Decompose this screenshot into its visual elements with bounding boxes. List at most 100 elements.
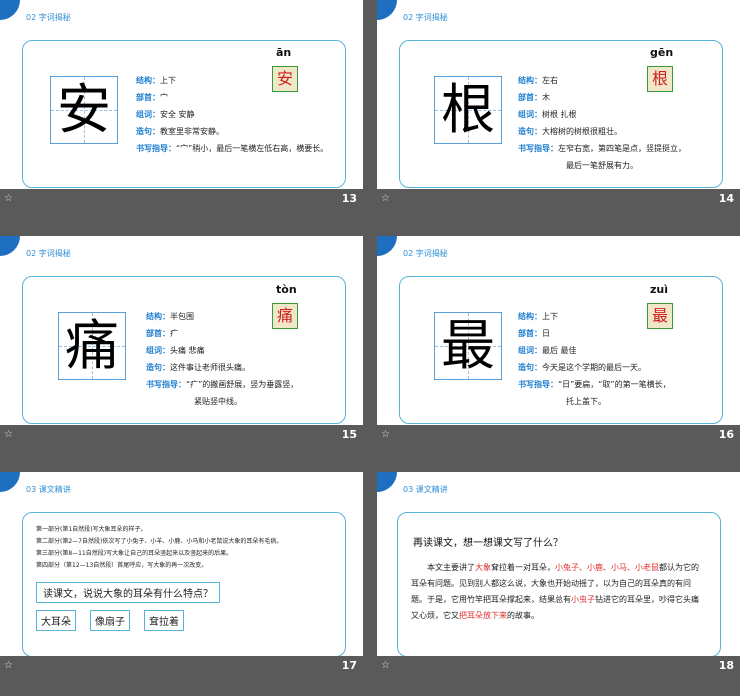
corner-decoration xyxy=(0,236,20,256)
summary-paragraph: 本文主要讲了大象耷拉着一对耳朵，小兔子、小鹿、小马、小老鼠都认为它的耳朵有问题。… xyxy=(411,560,701,624)
answer-option[interactable]: 像扇子 xyxy=(90,610,130,631)
question-text: 再读课文，想一想课文写了什么？ xyxy=(413,538,563,549)
info-value: 宀 xyxy=(160,93,168,102)
info-value: 左右 xyxy=(542,76,558,85)
info-label: 组词： xyxy=(136,110,160,119)
info-row: 部首：宀 xyxy=(136,89,328,106)
slide-13[interactable]: 02 字词揭秘 安 ān 安 结构：上下 部首：宀 组词：安全 安静 造句：教室里非常… xyxy=(0,0,363,209)
pinyin-label: zuì xyxy=(650,283,669,296)
slide-header: 02 字词揭秘 xyxy=(403,249,448,258)
pinyin-label: gēn xyxy=(650,46,674,59)
info-label: 部首： xyxy=(146,329,170,338)
info-label: 部首： xyxy=(518,93,542,102)
info-label: 造句： xyxy=(146,363,170,372)
info-row: 组词：安全 安静 xyxy=(136,106,328,123)
highlight-text: 大象 xyxy=(475,563,491,572)
info-value: 这件事让老师很头痛。 xyxy=(170,363,250,372)
character-grid: 根 xyxy=(434,76,502,144)
info-row: 组词：最后 最佳 xyxy=(518,342,671,359)
info-value: 今天是这个学期的最后一天。 xyxy=(542,363,646,372)
answer-option[interactable]: 耷拉着 xyxy=(144,610,184,631)
sound-icon[interactable]: ☆ xyxy=(381,660,390,671)
sound-icon[interactable]: ☆ xyxy=(4,193,13,204)
info-label: 书写指导： xyxy=(136,144,176,153)
info-value: 上下 xyxy=(160,76,176,85)
slide-footer: ☆ 18 xyxy=(377,656,740,676)
info-row: 部首：日 xyxy=(518,325,671,342)
paragraph-text: 的故事。 xyxy=(507,611,539,620)
info-row: 书写指导：“疒”的撇画舒展，竖为垂露竖， xyxy=(146,376,298,393)
info-row: 结构：上下 xyxy=(136,72,328,89)
pinyin-label: ān xyxy=(276,46,292,59)
slide-header: 03 课文精讲 xyxy=(403,485,448,494)
slide-17[interactable]: 03 课文精讲 第一部分(第1自然段)写大象耳朵的样子。 第二部分(第2—7自然… xyxy=(0,472,363,676)
corner-decoration xyxy=(0,472,20,492)
info-row: 书写指导：左窄右宽，第四笔是点，竖提挺立， xyxy=(518,140,686,157)
info-label: 造句： xyxy=(136,127,160,136)
info-value: 木 xyxy=(542,93,550,102)
slide-footer: ☆ 14 xyxy=(377,189,740,209)
slide-header: 02 字词揭秘 xyxy=(403,13,448,22)
info-value: 最后 最佳 xyxy=(542,346,577,355)
character-info: 结构：上下 部首：日 组词：最后 最佳 造句：今天是这个学期的最后一天。 书写指导：“日… xyxy=(518,308,671,410)
info-value: 教室里非常安静。 xyxy=(160,127,224,136)
info-label: 书写指导： xyxy=(518,144,558,153)
info-label: 部首： xyxy=(518,329,542,338)
part-line: 第一部分(第1自然段)写大象耳朵的样子。 xyxy=(36,526,147,533)
paragraph-text: 耷拉着一对耳朵， xyxy=(491,563,555,572)
slide-header: 03 课文精讲 xyxy=(26,485,71,494)
sound-icon[interactable]: ☆ xyxy=(381,429,390,440)
info-row: 结构：半包围 xyxy=(146,308,298,325)
character-grid: 痛 xyxy=(58,312,126,380)
info-value: 疒 xyxy=(170,329,178,338)
info-label: 结构： xyxy=(518,312,542,321)
slide-14[interactable]: 02 字词揭秘 根 gēn 根 结构：左右 部首：木 组词：树根 扎根 造句：大榕树的… xyxy=(377,0,740,209)
slide-footer: ☆ 16 xyxy=(377,425,740,445)
info-continuation: 最后一笔舒展有力。 xyxy=(566,161,638,170)
info-value: 左窄右宽，第四笔是点，竖提挺立， xyxy=(558,144,686,153)
info-continuation: 紧贴竖中线。 xyxy=(194,397,242,406)
big-character: 痛 xyxy=(65,314,119,377)
page-number: 15 xyxy=(341,428,357,441)
sound-icon[interactable]: ☆ xyxy=(381,193,390,204)
info-row: 结构：左右 xyxy=(518,72,686,89)
info-label: 造句： xyxy=(518,127,542,136)
part-line: 第三部分(第8—11自然段)写大象让自己的耳朵竖起来以及竖起来的后果。 xyxy=(36,550,233,557)
info-continuation: 托上盖下。 xyxy=(566,397,606,406)
part-list: 第一部分(第1自然段)写大象耳朵的样子。 第二部分(第2—7自然段)依次写了小兔… xyxy=(36,524,282,572)
info-label: 部首： xyxy=(136,93,160,102)
big-character: 安 xyxy=(57,78,111,141)
corner-decoration xyxy=(0,0,20,20)
answer-option[interactable]: 大耳朵 xyxy=(36,610,76,631)
info-label: 书写指导： xyxy=(518,380,558,389)
info-label: 组词： xyxy=(518,110,542,119)
highlight-text: 把耳朵放下来 xyxy=(459,611,507,620)
highlight-text: 小兔子、小鹿、小马、小老鼠 xyxy=(555,563,659,572)
character-grid: 安 xyxy=(50,76,118,144)
info-row: 造句：教室里非常安静。 xyxy=(136,123,328,140)
slide-header: 02 字词揭秘 xyxy=(26,13,71,22)
highlight-text: 小虫子 xyxy=(571,595,595,604)
info-row: 书写指导：“日”要扁，“取”的第一笔横长， xyxy=(518,376,671,393)
character-grid: 最 xyxy=(434,312,502,380)
pinyin-label: tòn xyxy=(276,283,297,296)
slide-18[interactable]: 03 课文精讲 再读课文，想一想课文写了什么？ 本文主要讲了大象耷拉着一对耳朵，… xyxy=(377,472,740,676)
page-number: 13 xyxy=(341,192,357,205)
slide-footer: ☆ 17 xyxy=(0,656,363,676)
info-row: 造句：大榕树的树根很粗壮。 xyxy=(518,123,686,140)
slide-15[interactable]: 02 字词揭秘 痛 tòn 痛 结构：半包围 部首：疒 组词：头痛 悲痛 造句：这件事… xyxy=(0,236,363,445)
slide-footer: ☆ 15 xyxy=(0,425,363,445)
info-row: 造句：这件事让老师很头痛。 xyxy=(146,359,298,376)
sound-icon[interactable]: ☆ xyxy=(4,429,13,440)
character-info: 结构：上下 部首：宀 组词：安全 安静 造句：教室里非常安静。 书写指导：“宀”稍小，最… xyxy=(136,72,328,157)
corner-decoration xyxy=(377,472,397,492)
slide-footer: ☆ 13 xyxy=(0,189,363,209)
info-row: 组词：树根 扎根 xyxy=(518,106,686,123)
info-value: 头痛 悲痛 xyxy=(170,346,205,355)
info-value: 安全 安静 xyxy=(160,110,195,119)
info-value: 半包围 xyxy=(170,312,194,321)
sound-icon[interactable]: ☆ xyxy=(4,660,13,671)
slide-16[interactable]: 02 字词揭秘 最 zuì 最 结构：上下 部首：日 组词：最后 最佳 造句：今天是这… xyxy=(377,236,740,445)
part-line: 第四部分（第12—13自然段）首尾呼应，写大象的再一次改变。 xyxy=(36,562,208,569)
info-value: “日”要扁，“取”的第一笔横长， xyxy=(558,380,671,389)
